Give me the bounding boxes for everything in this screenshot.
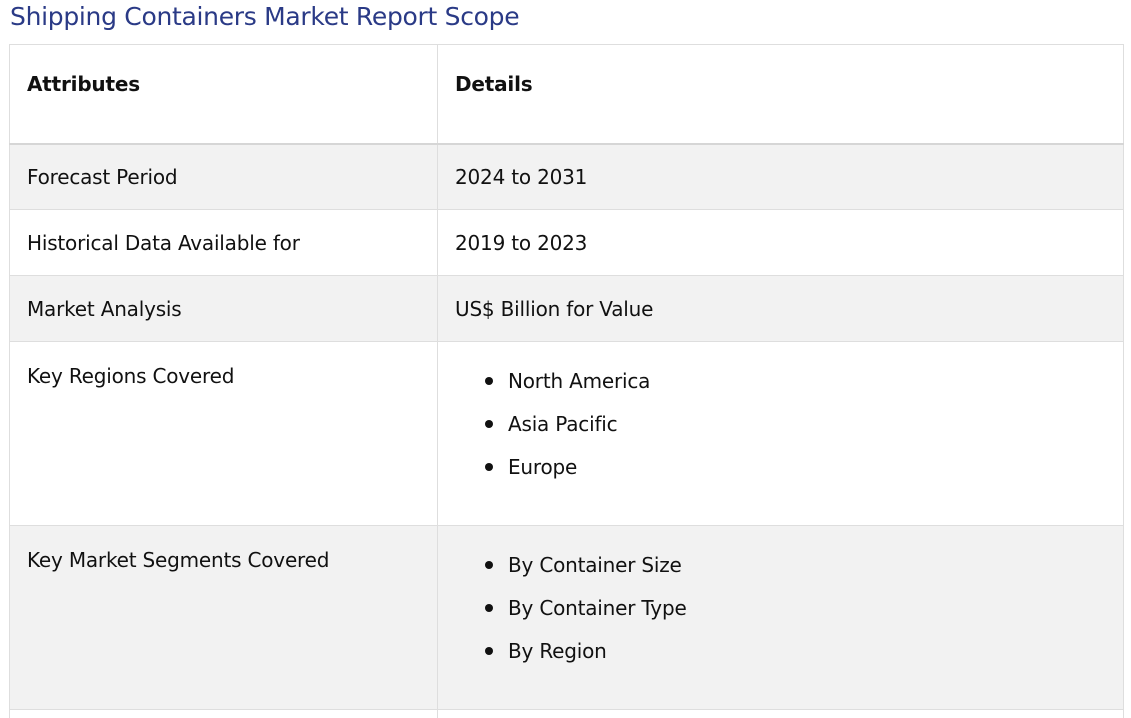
page-title: Shipping Containers Market Report Scope [10, 2, 520, 31]
report-scope-table: Attributes Details Forecast Period 2024 … [9, 44, 1124, 718]
regions-list: North America Asia Pacific Europe [455, 364, 1106, 493]
bullet-icon [485, 647, 493, 655]
list-item: North America [485, 364, 1106, 407]
column-header-attributes: Attributes [9, 44, 438, 145]
detail-cell: By Container Size By Container Type By R… [437, 525, 1124, 710]
segments-list: By Container Size By Container Type By R… [455, 548, 1106, 677]
list-item: Europe [485, 450, 1106, 493]
detail-cell: 2024 to 2031 [437, 143, 1124, 210]
list-item-label: Europe [508, 455, 578, 479]
list-item-label: North America [508, 369, 651, 393]
detail-cell: North America Asia Pacific Europe [437, 341, 1124, 526]
report-scope-page: Shipping Containers Market Report Scope … [0, 0, 1131, 718]
bullet-icon [485, 561, 493, 569]
bullet-icon [485, 463, 493, 471]
list-item: By Container Size [485, 548, 1106, 591]
column-header-details: Details [437, 44, 1124, 145]
table-row: Market Analysis US$ Billion for Value [9, 275, 1124, 342]
table-row: Historical Data Available for 2019 to 20… [9, 209, 1124, 276]
bullet-icon [485, 420, 493, 428]
table-header-row: Attributes Details [9, 44, 1124, 145]
table-row: Key Market Segments Covered By Container… [9, 525, 1124, 710]
bullet-icon [485, 377, 493, 385]
list-item-label: Asia Pacific [508, 412, 618, 436]
bullet-icon [485, 604, 493, 612]
attribute-cell: Forecast Period [9, 143, 438, 210]
table-row: Forecast Period 2024 to 2031 [9, 143, 1124, 210]
list-item-label: By Region [508, 639, 607, 663]
attribute-cell: Key Market Segments Covered [9, 525, 438, 710]
list-item: By Region [485, 634, 1106, 677]
table-row: Key Regions Covered North America Asia P… [9, 341, 1124, 526]
attribute-cell: Historical Data Available for [9, 209, 438, 276]
attribute-cell: Market Analysis [9, 275, 438, 342]
detail-cell: 2019 to 2023 [437, 209, 1124, 276]
attribute-cell [9, 709, 438, 718]
list-item-label: By Container Type [508, 596, 687, 620]
detail-cell: US$ Billion for Value [437, 275, 1124, 342]
detail-cell [437, 709, 1124, 718]
list-item: Asia Pacific [485, 407, 1106, 450]
attribute-cell: Key Regions Covered [9, 341, 438, 526]
list-item-label: By Container Size [508, 553, 682, 577]
table-row-partial [9, 709, 1124, 718]
list-item: By Container Type [485, 591, 1106, 634]
